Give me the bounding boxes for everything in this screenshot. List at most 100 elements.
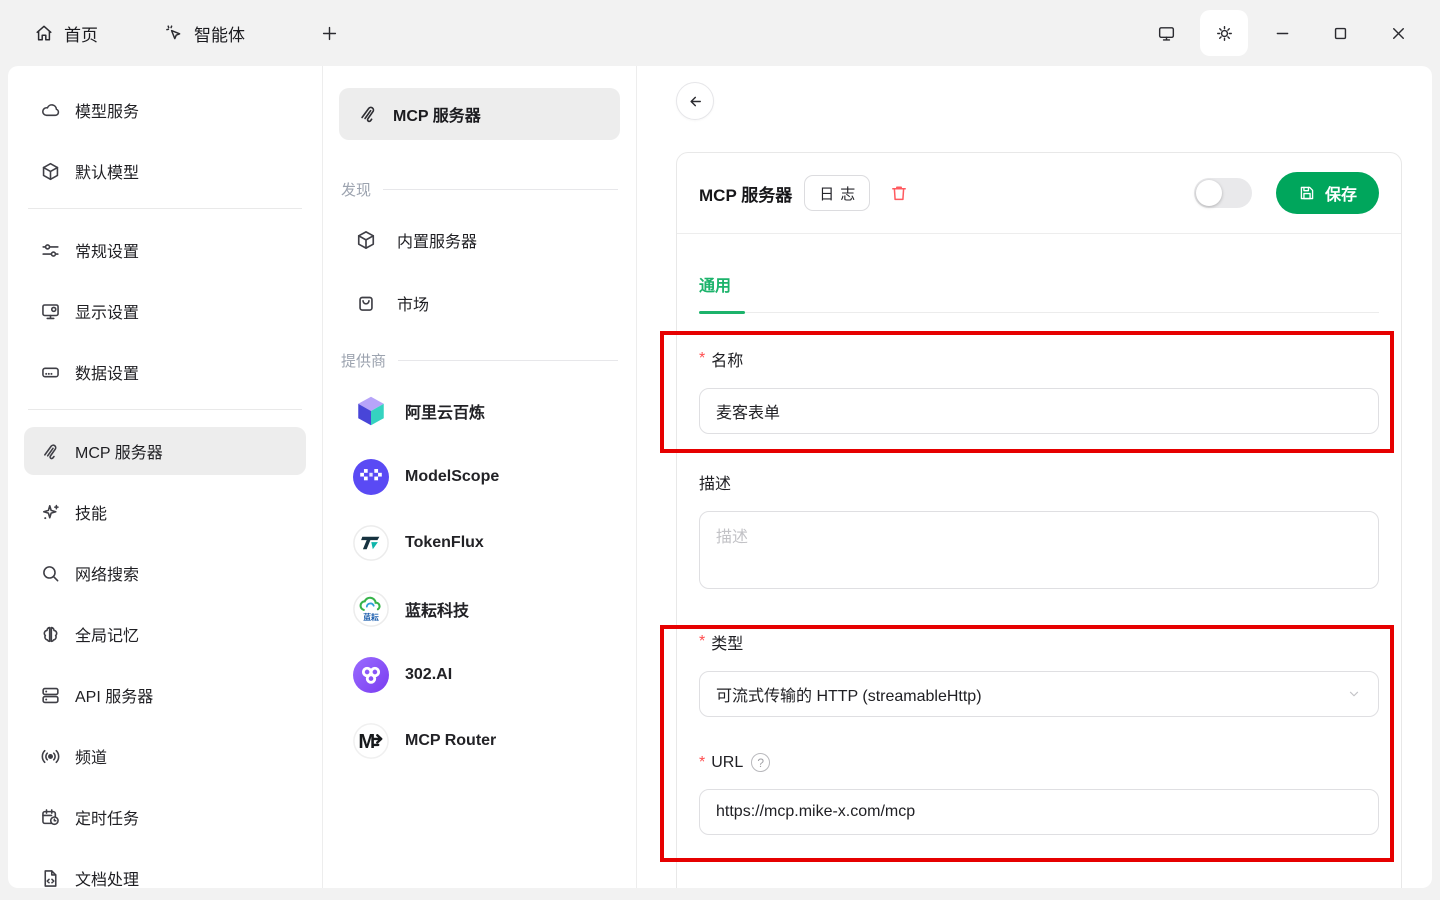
sidebar-item[interactable]: MCP 服务器	[24, 427, 306, 475]
provider-item[interactable]: 蓝耘蓝耘科技	[339, 585, 620, 633]
tab-underline	[699, 311, 1379, 314]
package-icon	[355, 229, 377, 251]
mcp-icon	[40, 441, 61, 462]
display-monitor-icon	[1157, 24, 1176, 43]
tab-general[interactable]: 通用	[699, 272, 731, 296]
sidebar-item[interactable]: 频道	[24, 732, 306, 780]
minimize-icon	[1273, 24, 1292, 43]
back-button[interactable]	[676, 82, 714, 120]
description-textarea[interactable]	[699, 511, 1379, 589]
mcp-nav-item[interactable]: 内置服务器	[339, 216, 620, 264]
home-icon	[34, 23, 54, 43]
new-tab-button[interactable]	[311, 15, 347, 51]
settings-sidebar: 模型服务默认模型常规设置显示设置数据设置 MCP 服务器技能网络搜索全局记忆 API…	[8, 66, 323, 888]
mcp-icon	[357, 103, 379, 125]
section-header: 提供商	[341, 349, 618, 371]
window-controls	[1142, 10, 1440, 56]
section-title: 提供商	[341, 350, 386, 371]
mcp-nav-item[interactable]: 市场	[339, 279, 620, 327]
provider-item[interactable]: 302.AI	[339, 651, 620, 699]
display-settings-icon	[40, 301, 61, 322]
save-button[interactable]: 保存	[1276, 172, 1379, 214]
url-input[interactable]	[699, 789, 1379, 835]
package-icon	[40, 161, 61, 182]
provider-item[interactable]: TokenFlux	[339, 519, 620, 567]
titlebar-tab-label: 首页	[64, 21, 98, 46]
titlebar-tab-label: 智能体	[194, 21, 245, 46]
provider-label: 302.AI	[405, 666, 452, 684]
svg-text:蓝耘: 蓝耘	[363, 612, 379, 622]
close-button[interactable]	[1374, 10, 1422, 56]
titlebar-tab[interactable]: 智能体	[164, 21, 245, 46]
section-title: 发现	[341, 179, 371, 200]
sidebar-item-label: 网络搜索	[75, 561, 139, 585]
sidebar-item-label: 模型服务	[75, 98, 139, 122]
mcp-nav-selected[interactable]: MCP 服务器	[339, 88, 620, 140]
sidebar-item[interactable]: 默认模型	[24, 147, 306, 195]
save-floppy-icon	[1298, 184, 1316, 202]
help-icon[interactable]: ?	[751, 753, 770, 772]
mcprouter-logo: M	[353, 723, 389, 759]
provider-label: MCP Router	[405, 732, 496, 750]
sidebar-item[interactable]: 常规设置	[24, 226, 306, 274]
sidebar-item-label: 数据设置	[75, 360, 139, 384]
sidebar-item[interactable]: 文档处理	[24, 854, 306, 888]
sliders-icon	[40, 240, 61, 261]
ai302-logo	[353, 657, 389, 693]
delete-button[interactable]	[886, 180, 912, 206]
brain-icon	[40, 624, 61, 645]
svg-text:M: M	[358, 731, 375, 753]
file-code-icon	[40, 868, 61, 889]
sidebar-item[interactable]: 定时任务	[24, 793, 306, 841]
sidebar-item[interactable]: 网络搜索	[24, 549, 306, 597]
tabbar: 通用	[677, 272, 1401, 314]
provider-item[interactable]: 阿里云百炼	[339, 387, 620, 435]
broadcast-icon	[40, 746, 61, 767]
tokenflux-logo	[353, 525, 389, 561]
mcp-nav-item-label: 内置服务器	[397, 228, 477, 252]
modelscope-logo	[353, 459, 389, 495]
sidebar-item-label: API 服务器	[75, 683, 153, 707]
sidebar-item[interactable]: API 服务器	[24, 671, 306, 719]
titlebar-tabs: 首页 智能体	[0, 21, 311, 46]
titlebar-tab[interactable]: 首页	[34, 21, 98, 46]
main-panel: 模型服务默认模型常规设置显示设置数据设置MCP 服务器技能网络搜索全局记忆API…	[8, 66, 1432, 888]
sidebar-item[interactable]: 全局记忆	[24, 610, 306, 658]
chevron-down-icon	[1346, 686, 1362, 702]
sidebar-divider	[28, 208, 302, 209]
provider-item[interactable]: ModelScope	[339, 453, 620, 501]
provider-label: 阿里云百炼	[405, 399, 485, 423]
sidebar-item-label: 常规设置	[75, 238, 139, 262]
mcp-detail-column: MCP 服务器 日志 保存 通用 *	[637, 66, 1432, 888]
agent-cursor-icon	[164, 23, 184, 43]
server-icon	[40, 685, 61, 706]
trash-icon	[889, 183, 909, 203]
type-label: * 类型	[699, 630, 1379, 654]
sidebar-item[interactable]: 数据设置	[24, 348, 306, 396]
bag-icon	[355, 292, 377, 314]
drive-icon	[40, 362, 61, 383]
mcp-nav-column: MCP 服务器发现内置服务器市场提供商阿里云百炼 ModelScope TokenF…	[323, 66, 637, 888]
sidebar-item[interactable]: 技能	[24, 488, 306, 536]
enable-toggle[interactable]	[1194, 178, 1252, 208]
type-select[interactable]: 可流式传输的 HTTP (streamableHttp)	[699, 671, 1379, 717]
sidebar-item-label: 全局记忆	[75, 622, 139, 646]
mcp-server-card: MCP 服务器 日志 保存 通用 *	[676, 152, 1402, 888]
maximize-icon	[1331, 24, 1350, 43]
maximize-button[interactable]	[1316, 10, 1364, 56]
name-label: * 名称	[699, 347, 1379, 371]
sparkles-icon	[40, 502, 61, 523]
sidebar-item[interactable]: 模型服务	[24, 86, 306, 134]
card-title: MCP 服务器	[699, 181, 792, 206]
sidebar-item[interactable]: 显示设置	[24, 287, 306, 335]
mcp-nav-item-label: 市场	[397, 291, 429, 315]
display-monitor-button[interactable]	[1142, 10, 1190, 56]
log-button[interactable]: 日志	[804, 175, 870, 211]
bailian-logo	[353, 393, 389, 429]
minimize-button[interactable]	[1258, 10, 1306, 56]
titlebar: 首页 智能体	[0, 0, 1440, 66]
url-label: * URL ?	[699, 753, 1379, 772]
settings-gear-button[interactable]	[1200, 10, 1248, 56]
name-input[interactable]	[699, 388, 1379, 434]
provider-item[interactable]: M MCP Router	[339, 717, 620, 765]
